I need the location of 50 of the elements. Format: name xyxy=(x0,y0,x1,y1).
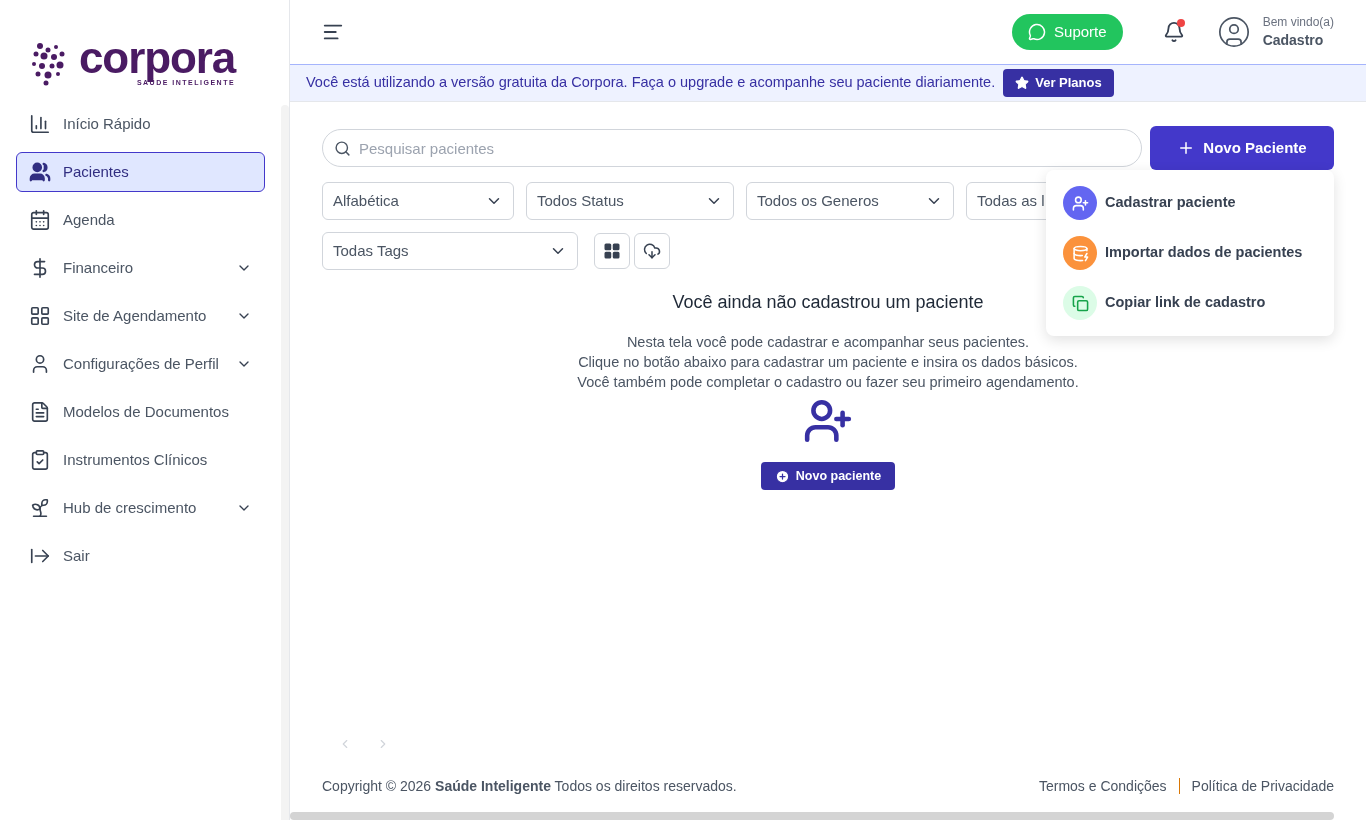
new-patient-button[interactable]: Novo paciente xyxy=(760,462,896,490)
search-field[interactable]: Pesquisar pacientes xyxy=(322,129,1142,167)
filter-select[interactable]: Todos os Generos xyxy=(746,182,954,220)
empty-state-title: Você ainda não cadastrou um paciente xyxy=(672,291,984,314)
menu-item[interactable]: Cadastrar paciente xyxy=(1046,178,1334,228)
empty-state-text: Nesta tela você pode cadastrar e acompanhar seus pacientes. xyxy=(626,333,1030,352)
sidebar-item[interactable]: Hub de crescimento xyxy=(16,488,265,528)
sidebar-item[interactable]: Sair xyxy=(16,536,265,576)
document-icon xyxy=(29,401,51,423)
sidebar-item[interactable]: Início Rápido xyxy=(16,104,265,144)
footer-link[interactable]: Termos e Condições xyxy=(1038,776,1167,796)
star-icon xyxy=(1015,76,1030,90)
sidebar-item[interactable]: Pacientes xyxy=(16,152,265,192)
calendar-icon xyxy=(29,209,51,231)
sidebar-item[interactable]: Configurações de Perfil xyxy=(16,344,265,384)
chat-icon xyxy=(1028,23,1047,41)
grid-icon xyxy=(29,305,51,327)
filter-select[interactable]: Alfabética xyxy=(322,182,514,220)
users-icon xyxy=(29,161,51,183)
menu-item[interactable]: Importar dados de pacientes xyxy=(1046,228,1334,278)
sidebar-item[interactable]: Agenda xyxy=(16,200,265,240)
bell-icon xyxy=(1162,21,1185,43)
download-button[interactable] xyxy=(634,233,670,269)
empty-state-text: Clique no botão abaixo para cadastrar um paciente e insira os dados básicos. xyxy=(578,353,1078,372)
filter-select[interactable]: Todos Status xyxy=(526,182,734,220)
search-icon xyxy=(334,140,351,157)
menu-item[interactable]: Copiar link de cadastro xyxy=(1046,278,1334,328)
greeting-text: Bem vindo(a) xyxy=(1262,14,1334,30)
sidebar-item[interactable]: Site de Agendamento xyxy=(16,296,265,336)
avatar-icon[interactable] xyxy=(1216,15,1251,49)
sidebar-item[interactable]: Financeiro xyxy=(16,248,265,288)
sprout-icon xyxy=(29,497,51,519)
grid-view-button[interactable] xyxy=(594,233,630,269)
filter-select[interactable]: Todas Tags xyxy=(322,232,578,270)
copyright-text: Copyright © 2026 Saúde Inteligente Todos os direitos reservados. xyxy=(322,777,737,796)
empty-state-text: Você também pode completar o cadastro ou fazer seu primeiro agendamento. xyxy=(577,373,1079,392)
notification-bell[interactable] xyxy=(1162,21,1185,43)
clipboard-check-icon xyxy=(29,449,51,471)
user-name: Cadastro xyxy=(1262,31,1325,50)
plus-circle-icon xyxy=(774,468,790,484)
horizontal-scrollbar[interactable] xyxy=(290,812,1334,820)
bar-chart-icon xyxy=(29,113,51,135)
footer-link[interactable]: Política de Privacidade xyxy=(1191,776,1334,796)
plans-button[interactable]: Ver Planos xyxy=(1003,69,1114,97)
sidebar-item[interactable]: Instrumentos Clínicos xyxy=(16,440,265,480)
sidebar-item[interactable]: Modelos de Documentos xyxy=(16,392,265,432)
upgrade-message: Você está utilizando a versão gratuita da Corpora. Faça o upgrade e acompanhe seu paciente diariamente. xyxy=(306,73,996,93)
grid-icon xyxy=(603,242,621,260)
new-patient-button[interactable]: Novo Paciente xyxy=(1150,126,1334,170)
cloud-download-icon xyxy=(643,242,661,260)
